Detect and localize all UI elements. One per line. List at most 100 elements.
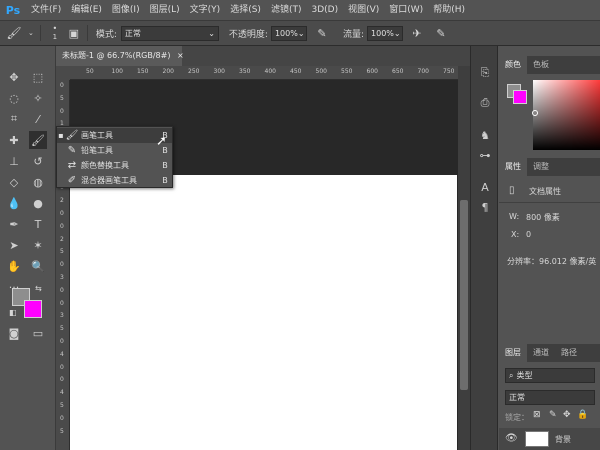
ruler-tick-label: 300 [213, 68, 225, 75]
move-tool-icon[interactable]: ✥ [5, 68, 23, 86]
tab-swatches[interactable]: 色板 [527, 56, 555, 74]
dodge-tool-icon[interactable]: ● [29, 194, 47, 212]
default-colors-icon[interactable]: ◧ [9, 308, 17, 317]
adjustments-sliders-icon[interactable]: ⊶ [476, 146, 494, 164]
brush-panel-toggle-icon[interactable]: ▣ [65, 27, 83, 40]
character-panel-icon[interactable]: A [476, 178, 494, 196]
type-tool-icon[interactable]: T [29, 215, 47, 233]
width-value[interactable]: 800 像素 [526, 212, 560, 223]
ruler-corner [56, 66, 70, 80]
menu-select[interactable]: 选择(S) [225, 0, 266, 20]
tab-properties[interactable]: 属性 [499, 158, 527, 176]
tab-paths[interactable]: 路径 [555, 344, 583, 362]
flyout-item-mixer-brush[interactable]: ✐ 混合器画笔工具 B [57, 173, 172, 188]
background-color-swatch[interactable] [24, 300, 42, 318]
panel-background-swatch[interactable] [513, 90, 527, 104]
menu-layer[interactable]: 图层(L) [145, 0, 185, 20]
flyout-item-pencil[interactable]: ✎ 铅笔工具 B [57, 143, 172, 158]
document-tab-bar: 未标题-1 @ 66.7%(RGB/8#) × [56, 46, 470, 66]
x-value[interactable]: 0 [526, 230, 531, 239]
lasso-tool-icon[interactable]: ◌ [5, 89, 23, 107]
history-brush-icon[interactable]: ↺ [29, 152, 47, 170]
zoom-tool-icon[interactable]: 🔍 [29, 257, 47, 275]
document-tab[interactable]: 未标题-1 @ 66.7%(RGB/8#) × [56, 46, 184, 66]
lock-position-icon[interactable]: ✥ [563, 410, 571, 420]
menu-type[interactable]: 文字(Y) [185, 0, 226, 20]
flyout-item-brush[interactable]: ▪ 🖌 画笔工具 B [57, 128, 172, 143]
crop-tool-icon[interactable]: ⌗ [5, 110, 23, 128]
clone-stamp-icon[interactable]: ⊥ [5, 152, 23, 170]
menu-edit[interactable]: 编辑(E) [66, 0, 107, 20]
eyedropper-icon[interactable]: ⁄ [29, 110, 47, 128]
ruler-tick-label: 150 [137, 68, 149, 75]
ruler-tick-label: 3 [60, 274, 64, 281]
ruler-tick-label: 700 [417, 68, 429, 75]
ruler-tick-label: 0 [60, 82, 64, 89]
chevron-down-icon[interactable]: ⌄ [28, 29, 34, 37]
menu-view[interactable]: 视图(V) [343, 0, 384, 20]
actions-panel-icon[interactable]: ⎙ [476, 94, 494, 112]
layer-row-background[interactable]: 👁 背景 [499, 428, 600, 450]
brush-icon: 🖌 [65, 130, 79, 141]
lock-transparency-icon[interactable]: ⊠ [533, 410, 541, 420]
brush-size-picker[interactable]: • 1 [45, 25, 65, 42]
brush-tool-preset-icon[interactable]: 🖌 [0, 26, 28, 40]
menu-3d[interactable]: 3D(D) [306, 0, 343, 20]
close-icon[interactable]: × [177, 51, 184, 60]
tab-adjustments[interactable]: 调整 [527, 158, 555, 176]
swap-colors-icon[interactable]: ⇆ [35, 284, 42, 293]
marquee-tool-icon[interactable]: ⬚ [29, 68, 47, 86]
visibility-eye-icon[interactable]: 👁 [505, 433, 518, 444]
pressure-size-icon[interactable]: ✎ [431, 27, 451, 40]
blend-mode-select[interactable]: 正常 [505, 390, 595, 405]
tab-channels[interactable]: 通道 [527, 344, 555, 362]
brush-tool-icon[interactable]: 🖌 [29, 131, 47, 149]
mode-label: 模式: [95, 29, 117, 40]
menu-window[interactable]: 窗口(W) [384, 0, 428, 20]
document-canvas[interactable] [70, 175, 457, 450]
hand-tool-icon[interactable]: ✋ [5, 257, 23, 275]
brush-presets-icon[interactable]: ♞ [476, 126, 494, 144]
ruler-tick-label: 4 [60, 389, 64, 397]
mode-select[interactable]: 正常 ⌄ [120, 25, 219, 41]
healing-brush-icon[interactable]: ✚ [5, 131, 23, 149]
airbrush-icon[interactable]: ✈ [403, 27, 431, 40]
chevron-down-icon: ⌄ [208, 28, 215, 38]
path-selection-icon[interactable]: ➤ [5, 236, 23, 254]
layer-filter-select[interactable]: ⌕ 类型 [505, 368, 595, 383]
ruler-tick-label: 0 [60, 261, 64, 269]
ruler-tick-label: 550 [341, 68, 353, 75]
menu-help[interactable]: 帮助(H) [428, 0, 470, 20]
lock-paint-icon[interactable]: ✎ [549, 410, 557, 420]
opacity-input[interactable]: 100% ⌄ [270, 25, 307, 41]
paint-bucket-icon[interactable]: ◍ [29, 173, 47, 191]
history-panel-icon[interactable]: ⎘ [476, 64, 494, 82]
color-picker-marker[interactable] [532, 110, 538, 116]
lock-all-icon[interactable]: 🔒 [577, 410, 588, 420]
screen-mode-icon[interactable]: ▭ [29, 324, 47, 342]
menu-filter[interactable]: 滤镜(T) [266, 0, 307, 20]
shape-tool-icon[interactable]: ✶ [29, 236, 47, 254]
ruler-top[interactable]: 50 100 150 200 250 300 350 400 450 500 550 600 650 70… [70, 66, 458, 80]
flyout-item-color-replacement[interactable]: ⇄ 颜色替换工具 B [57, 158, 172, 173]
quick-mask-icon[interactable]: ◙ [5, 324, 23, 342]
menu-file[interactable]: 文件(F) [26, 0, 66, 20]
menu-image[interactable]: 图像(I) [107, 0, 145, 20]
photoshop-logo: Ps [5, 3, 21, 17]
pressure-opacity-icon[interactable]: ✎ [307, 27, 337, 40]
tab-layers[interactable]: 图层 [499, 344, 527, 362]
paragraph-panel-icon[interactable]: ¶ [476, 198, 494, 216]
color-picker-field[interactable] [533, 80, 600, 150]
scrollbar-thumb[interactable] [460, 200, 468, 390]
flow-input[interactable]: 100% ⌄ [367, 25, 404, 41]
ruler-tick-label: 5 [60, 325, 64, 333]
magic-wand-icon[interactable]: ✧ [29, 89, 47, 107]
pen-tool-icon[interactable]: ✒ [5, 215, 23, 233]
eraser-tool-icon[interactable]: ◇ [5, 173, 23, 191]
tab-color[interactable]: 颜色 [499, 56, 527, 74]
layer-thumbnail [525, 431, 549, 447]
ruler-tick-label: 5 [60, 248, 64, 256]
collapsed-panel-dock: ⎘ ⎙ ♞ ⊶ A ¶ [470, 46, 498, 450]
blur-tool-icon[interactable]: 💧 [5, 194, 23, 212]
ruler-tick-label: 600 [366, 68, 378, 75]
